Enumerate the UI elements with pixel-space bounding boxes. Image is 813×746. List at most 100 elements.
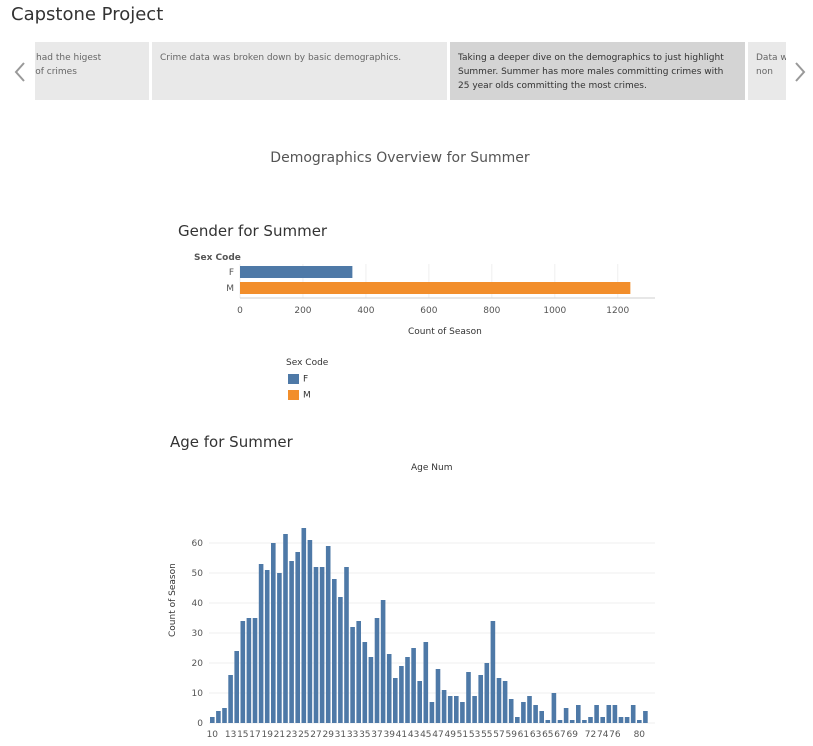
legend-label: F — [303, 374, 309, 385]
age-bar-17 — [252, 618, 258, 723]
story-point-text: Taking a deeper dive on the demographics… — [458, 53, 724, 91]
age-bar-21 — [277, 573, 282, 723]
age-bar-51 — [460, 702, 465, 723]
x-tick-label: 600 — [420, 306, 437, 316]
age-bar-33 — [350, 627, 355, 723]
legend-title: Sex Code — [286, 358, 329, 368]
story-navigator: Summer had the higest majority of crimes… — [35, 42, 786, 100]
dashboard-title: Demographics Overview for Summer — [270, 150, 530, 166]
x-tick-label: 80 — [634, 730, 646, 740]
gender-chart-title: Gender for Summer — [178, 222, 328, 240]
x-tick-label: 69 — [566, 730, 578, 740]
y-tick-label: 20 — [192, 659, 204, 669]
y-tick-label: 0 — [197, 719, 203, 729]
story-point-3[interactable]: Taking a deeper dive on the demographics… — [450, 42, 745, 100]
x-tick-label: 74 — [597, 730, 609, 740]
x-tick-label: 51 — [457, 730, 468, 740]
age-bar-76 — [612, 705, 618, 723]
age-bar-38 — [380, 600, 386, 723]
chevron-left-icon — [14, 62, 25, 82]
x-tick-label: 43 — [408, 730, 419, 740]
age-bar-56 — [490, 621, 496, 723]
x-tick-label: 63 — [530, 730, 541, 740]
x-tick-label: 61 — [518, 730, 529, 740]
age-bar-37 — [374, 618, 380, 723]
x-tick-label: 65 — [542, 730, 553, 740]
x-tick-label: 59 — [505, 730, 517, 740]
app-title: Capstone Project — [11, 4, 164, 25]
y-tick-label: 60 — [192, 539, 204, 549]
x-tick-label: 53 — [469, 730, 480, 740]
age-bar-11 — [216, 711, 221, 723]
age-bar-68 — [563, 708, 569, 723]
x-tick-label: 76 — [609, 730, 621, 740]
age-bar-46 — [429, 702, 435, 723]
age-bar-70 — [576, 705, 581, 723]
x-tick-label: 31 — [335, 730, 346, 740]
x-tick-label: 23 — [286, 730, 297, 740]
story-point-text: Crime data was broken down by basic demo… — [160, 53, 402, 63]
age-bar-16 — [246, 618, 252, 723]
age-bar-32 — [344, 567, 349, 723]
x-tick-label: 13 — [225, 730, 236, 740]
age-bar-30 — [332, 579, 337, 723]
age-bar-61 — [521, 702, 526, 723]
age-bar-52 — [466, 672, 471, 723]
age-bar-28 — [319, 567, 325, 723]
x-tick-label: 10 — [207, 730, 219, 740]
y-tick-label: 10 — [192, 689, 204, 699]
age-bar-73 — [594, 705, 599, 723]
age-bar-29 — [325, 546, 331, 723]
age-bar-78 — [624, 717, 630, 723]
age-bar-25 — [301, 528, 307, 723]
y-tick-label: 40 — [192, 599, 204, 609]
next-story-point-button[interactable] — [790, 60, 810, 84]
chevron-right-icon — [795, 62, 806, 82]
legend-swatch — [288, 390, 299, 400]
x-tick-label: 200 — [294, 306, 311, 316]
x-tick-label: 67 — [554, 730, 565, 740]
prev-story-point-button[interactable] — [10, 60, 30, 84]
legend-item-m[interactable]: M — [288, 390, 311, 402]
age-bar-31 — [338, 597, 343, 723]
age-bar-chart: 010203040506010 13 15 17 19 21 23 25 27 29 31 33 35 3… — [192, 528, 655, 740]
age-bar-54 — [478, 675, 483, 723]
x-tick-label: 19 — [261, 730, 273, 740]
x-tick-label: 35 — [359, 730, 370, 740]
age-bar-77 — [618, 717, 624, 723]
age-bar-71 — [582, 720, 587, 723]
age-bar-39 — [386, 654, 392, 723]
story-point-text: Summer had the higest majority of crimes — [35, 53, 102, 77]
story-point-4[interactable]: Data when vs. non — [748, 42, 786, 100]
age-bar-60 — [515, 717, 520, 723]
age-bar-42 — [405, 657, 410, 723]
x-tick-label: 1000 — [543, 306, 566, 316]
age-bar-13 — [228, 675, 233, 723]
x-tick-label: 57 — [493, 730, 504, 740]
x-tick-label: 15 — [237, 730, 248, 740]
age-bar-47 — [435, 669, 441, 723]
age-bar-74 — [600, 717, 605, 723]
age-bar-14 — [234, 651, 239, 723]
age-bar-22 — [283, 534, 288, 723]
gender-bar-m — [240, 282, 631, 294]
gender-x-axis-title: Count of Season — [408, 327, 482, 337]
age-bar-34 — [356, 621, 361, 723]
age-bar-53 — [472, 696, 477, 723]
story-point-1[interactable]: Summer had the higest majority of crimes — [35, 42, 149, 100]
age-bar-43 — [411, 648, 416, 723]
age-bar-48 — [441, 690, 447, 723]
x-tick-label: 37 — [371, 730, 382, 740]
x-tick-label: 0 — [237, 306, 243, 316]
x-tick-label: 400 — [357, 306, 374, 316]
age-bar-72 — [588, 717, 593, 723]
sex-code-row-header: Sex Code — [194, 253, 241, 263]
x-tick-label: 27 — [310, 730, 321, 740]
age-bar-40 — [393, 678, 398, 723]
age-bar-18 — [258, 564, 264, 723]
age-num-column-header: Age Num — [411, 463, 453, 473]
story-point-2[interactable]: Crime data was broken down by basic demo… — [152, 42, 447, 100]
x-tick-label: 21 — [274, 730, 285, 740]
legend-swatch — [288, 374, 299, 384]
legend-item-f[interactable]: F — [288, 374, 308, 386]
